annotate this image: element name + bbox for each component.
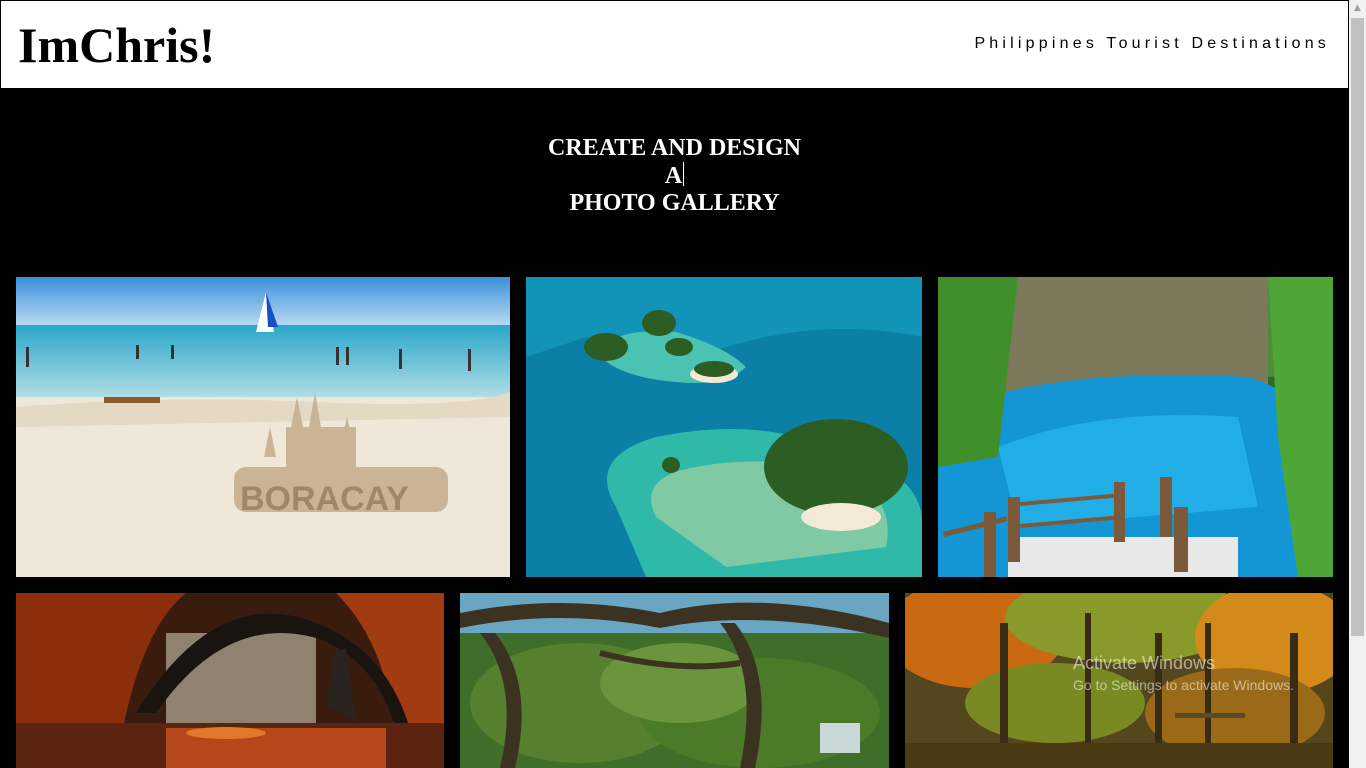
header: ImChris! Philippines Tourist Destination… [0, 0, 1349, 89]
nav-link-destinations[interactable]: Philippines Tourist Destinations [974, 35, 1330, 53]
title-line-2-text: A [664, 163, 683, 189]
site-logo[interactable]: ImChris! [18, 15, 215, 75]
blue-river-photo[interactable] [938, 277, 1333, 577]
activate-windows-watermark: Activate Windows Go to Settings to activ… [1073, 652, 1294, 696]
watermark-subtitle: Go to Settings to activate Windows. [1073, 677, 1294, 693]
title-line-2: A [0, 162, 1349, 190]
page-title: CREATE AND DESIGN A PHOTO GALLERY [0, 135, 1349, 217]
stone-bridge-autumn-photo[interactable] [16, 593, 444, 768]
boracay-beach-photo[interactable]: BORACAY [16, 277, 510, 577]
svg-text:BORACAY: BORACAY [240, 480, 409, 518]
tree-canopy-photo[interactable] [460, 593, 889, 768]
text-cursor [683, 162, 685, 186]
title-line-1: CREATE AND DESIGN [548, 135, 801, 161]
scrollbar-thumb[interactable] [1351, 18, 1364, 636]
island-lagoon-photo[interactable] [526, 277, 922, 577]
scroll-up-arrow-icon[interactable]: ▲ [1349, 0, 1366, 17]
page: ImChris! Philippines Tourist Destination… [0, 0, 1349, 768]
watermark-title: Activate Windows [1073, 653, 1216, 673]
title-line-3: PHOTO GALLERY [569, 190, 780, 216]
vertical-scrollbar[interactable]: ▲ [1349, 0, 1366, 768]
